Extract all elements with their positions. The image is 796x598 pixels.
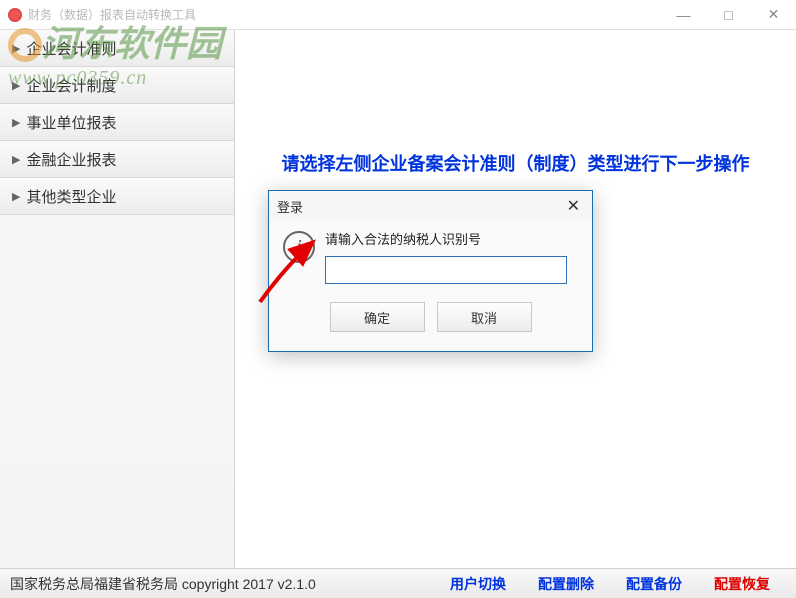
sidebar-item-other-enterprise[interactable]: ▶ 其他类型企业 — [0, 178, 234, 215]
config-delete-link[interactable]: 配置删除 — [538, 574, 594, 594]
switch-user-link[interactable]: 用户切换 — [450, 574, 506, 594]
cancel-button[interactable]: 取消 — [437, 302, 532, 332]
status-bar: 国家税务总局福建省税务局 copyright 2017 v2.1.0 用户切换 … — [0, 568, 796, 598]
app-icon — [8, 8, 22, 22]
chevron-right-icon: ▶ — [12, 42, 20, 55]
sidebar-item-label: 企业会计制度 — [26, 75, 116, 96]
dialog-message: 请输入合法的纳税人识别号 — [325, 229, 567, 248]
sidebar-item-enterprise-standards[interactable]: ▶ 企业会计准则 — [0, 30, 234, 67]
window-titlebar: 财务（数据）报表自动转换工具 — □ ✕ — [0, 0, 796, 30]
sidebar-item-institution-report[interactable]: ▶ 事业单位报表 — [0, 104, 234, 141]
chevron-right-icon: ▶ — [12, 116, 20, 129]
maximize-button[interactable]: □ — [706, 1, 751, 29]
sidebar-item-financial-report[interactable]: ▶ 金融企业报表 — [0, 141, 234, 178]
copyright-text: 国家税务总局福建省税务局 copyright 2017 v2.1.0 — [10, 574, 316, 594]
close-button[interactable]: ✕ — [751, 1, 796, 29]
dialog-close-button[interactable]: ✕ — [563, 196, 584, 216]
info-icon: i — [283, 231, 315, 263]
chevron-right-icon: ▶ — [12, 79, 20, 92]
sidebar-item-label: 其他类型企业 — [26, 186, 116, 207]
config-backup-link[interactable]: 配置备份 — [626, 574, 682, 594]
sidebar-item-label: 事业单位报表 — [26, 112, 116, 133]
ok-button[interactable]: 确定 — [330, 302, 425, 332]
chevron-right-icon: ▶ — [12, 153, 20, 166]
chevron-right-icon: ▶ — [12, 190, 20, 203]
window-title: 财务（数据）报表自动转换工具 — [28, 6, 196, 23]
sidebar-item-label: 金融企业报表 — [26, 149, 116, 170]
sidebar-item-label: 企业会计准则 — [26, 38, 116, 59]
minimize-button[interactable]: — — [661, 1, 706, 29]
sidebar-item-enterprise-system[interactable]: ▶ 企业会计制度 — [0, 67, 234, 104]
dialog-titlebar: 登录 ✕ — [269, 191, 592, 221]
sidebar: ▶ 企业会计准则 ▶ 企业会计制度 ▶ 事业单位报表 ▶ 金融企业报表 ▶ 其他… — [0, 30, 235, 568]
dialog-title-text: 登录 — [277, 197, 303, 216]
login-dialog: 登录 ✕ i 请输入合法的纳税人识别号 确定 取消 — [268, 190, 593, 352]
taxpayer-id-input[interactable] — [325, 256, 567, 284]
config-restore-link[interactable]: 配置恢复 — [714, 574, 770, 594]
main-hint-text: 请选择左侧企业备案会计准则（制度）类型进行下一步操作 — [282, 150, 750, 176]
